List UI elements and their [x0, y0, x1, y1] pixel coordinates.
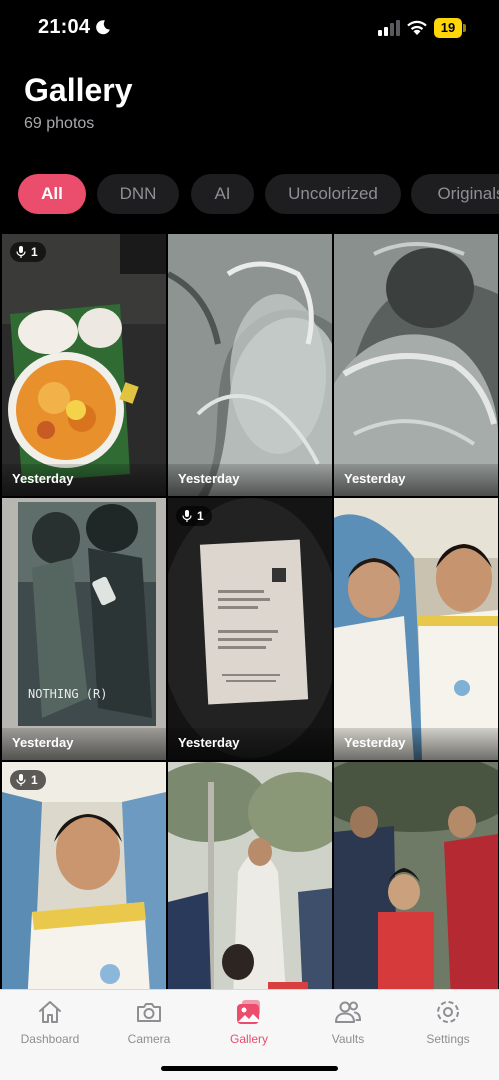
- voice-note-badge: 1: [10, 242, 46, 262]
- poster-text: NOTHING (R): [28, 687, 107, 701]
- filter-chip-ai[interactable]: AI: [191, 174, 254, 214]
- photo-date: Yesterday: [334, 464, 498, 496]
- home-indicator: [161, 1066, 338, 1071]
- photo-thumbnail: [168, 762, 332, 989]
- voice-note-count: 1: [197, 509, 204, 523]
- photo-thumbnail: [168, 498, 332, 760]
- voice-note-badge: 1: [10, 770, 46, 790]
- photo-tile[interactable]: 1 Yesterday: [168, 498, 332, 760]
- photo-count: 69 photos: [24, 115, 95, 132]
- photo-thumbnail: [334, 762, 498, 989]
- tab-label: Gallery: [229, 1032, 268, 1046]
- photo-date: Yesterday: [168, 728, 332, 760]
- mic-icon: [182, 510, 192, 522]
- photo-date: Yesterday: [334, 728, 498, 760]
- filter-chip-uncolorized[interactable]: Uncolorized: [265, 174, 401, 214]
- photo-tile[interactable]: Yesterday: [334, 498, 498, 760]
- tab-vaults[interactable]: Vaults: [303, 998, 393, 1054]
- page-title: Gallery: [24, 72, 133, 108]
- photo-tile[interactable]: Yesterday: [334, 234, 498, 496]
- voice-note-badge: 1: [176, 506, 212, 526]
- photo-date: Yesterday: [2, 464, 166, 496]
- moon-icon: [96, 20, 110, 35]
- photo-tile[interactable]: [334, 762, 498, 989]
- photo-thumbnail: [2, 234, 166, 496]
- camera-icon: [137, 1003, 161, 1022]
- voice-note-count: 1: [31, 245, 38, 259]
- tab-label: Camera: [127, 1032, 171, 1046]
- photo-tile[interactable]: NOTHING (R) Yesterday: [2, 498, 166, 760]
- tab-gallery[interactable]: Gallery: [204, 998, 294, 1054]
- filter-chip-originals[interactable]: Originals: [411, 174, 499, 214]
- photo-date: Yesterday: [168, 464, 332, 496]
- mic-icon: [16, 774, 26, 786]
- tab-label: Dashboard: [20, 1032, 80, 1046]
- tab-settings[interactable]: Settings: [403, 998, 493, 1054]
- photo-tile[interactable]: 1: [2, 762, 166, 989]
- photo-date: Yesterday: [2, 728, 166, 760]
- wifi-icon: [407, 20, 427, 35]
- photo-thumbnail: [168, 234, 332, 496]
- gallery-icon: [237, 1000, 260, 1024]
- status-bar: 21:04 19: [0, 0, 499, 56]
- home-icon: [39, 1001, 61, 1023]
- photo-thumbnail: NOTHING (R): [2, 498, 166, 760]
- tab-label: Vaults: [331, 1032, 365, 1046]
- tab-dashboard[interactable]: Dashboard: [5, 998, 95, 1054]
- mic-icon: [16, 246, 26, 258]
- users-icon: [335, 1001, 362, 1023]
- filter-chips: All DNN AI Uncolorized Originals: [0, 174, 499, 214]
- battery-icon: 19: [434, 18, 466, 38]
- photo-thumbnail: [334, 498, 498, 760]
- voice-note-count: 1: [31, 773, 38, 787]
- photo-grid: 1 Yesterday Yesterday Yesterday NOTHING …: [0, 232, 499, 989]
- photo-thumbnail: [334, 234, 498, 496]
- gear-icon: [437, 1001, 459, 1023]
- status-time: 21:04: [38, 16, 91, 38]
- photo-thumbnail: [2, 762, 166, 989]
- filter-chip-dnn[interactable]: DNN: [97, 174, 179, 214]
- photo-tile[interactable]: 1 Yesterday: [2, 234, 166, 496]
- photo-tile[interactable]: [168, 762, 332, 989]
- filter-chip-all[interactable]: All: [18, 174, 86, 214]
- battery-level: 19: [440, 20, 456, 35]
- signal-icon: [378, 20, 400, 36]
- tab-label: Settings: [426, 1032, 470, 1046]
- tab-camera[interactable]: Camera: [104, 998, 194, 1054]
- photo-tile[interactable]: Yesterday: [168, 234, 332, 496]
